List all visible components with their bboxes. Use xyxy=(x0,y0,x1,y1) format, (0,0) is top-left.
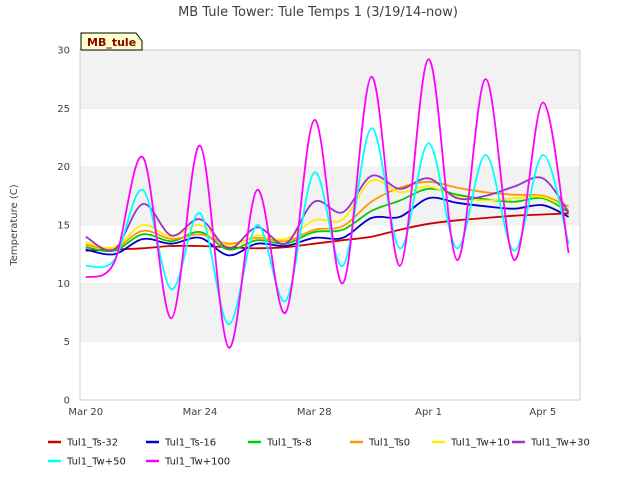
grid-band xyxy=(80,50,580,109)
x-tick-label: Mar 20 xyxy=(68,407,103,418)
legend-label: Tul1_Ts0 xyxy=(368,438,410,449)
legend-label: Tul1_Ts-32 xyxy=(66,438,118,449)
x-tick-label: Apr 5 xyxy=(529,407,556,418)
legend-label: Tul1_Ts-8 xyxy=(266,438,312,449)
legend-item: Tul1_Tw+10 xyxy=(432,438,510,449)
legend-label: Tul1_Ts-16 xyxy=(164,438,216,449)
legend-label: Tul1_Tw+10 xyxy=(450,438,510,449)
grid-band xyxy=(80,341,580,400)
station-tag: MB_tule xyxy=(80,32,143,51)
y-axis-label: Temperature (C) xyxy=(9,184,20,266)
legend-item: Tul1_Tw+100 xyxy=(146,457,230,468)
grid-band xyxy=(80,108,580,167)
y-axis-ticks: 0 5 10 15 20 25 30 xyxy=(57,46,70,407)
legend-label: Tul1_Tw+50 xyxy=(66,457,126,468)
x-axis-ticks: Mar 20 Mar 24 Mar 28 Apr 1 Apr 5 xyxy=(68,407,556,418)
legend-item: Tul1_Ts0 xyxy=(350,438,410,449)
y-tick-label: 0 xyxy=(64,396,70,407)
legend-item: Tul1_Ts-16 xyxy=(146,438,216,449)
chart: MB Tule Tower: Tule Temps 1 (3/19/14-now… xyxy=(9,5,590,468)
legend-item: Tul1_Tw+30 xyxy=(512,438,590,449)
x-tick-label: Apr 1 xyxy=(415,407,442,418)
legend-label: Tul1_Tw+100 xyxy=(164,457,230,468)
chart-title: MB Tule Tower: Tule Temps 1 (3/19/14-now… xyxy=(178,5,458,20)
y-tick-label: 15 xyxy=(57,221,70,232)
y-tick-label: 30 xyxy=(57,46,70,57)
legend-item: Tul1_Tw+50 xyxy=(48,457,126,468)
y-tick-label: 20 xyxy=(57,162,70,173)
legend-item: Tul1_Ts-8 xyxy=(248,438,312,449)
y-tick-label: 5 xyxy=(64,337,70,348)
y-tick-label: 10 xyxy=(57,279,70,290)
legend: Tul1_Ts-32 Tul1_Ts-16 Tul1_Ts-8 Tul1_Ts0 Tul… xyxy=(48,438,590,468)
x-tick-label: Mar 28 xyxy=(297,407,332,418)
grid-band xyxy=(80,283,580,342)
x-tick-label: Mar 24 xyxy=(183,407,218,418)
legend-label: Tul1_Tw+30 xyxy=(530,438,590,449)
station-tag-label: MB_tule xyxy=(87,36,136,49)
legend-item: Tul1_Ts-32 xyxy=(48,438,118,449)
y-tick-label: 25 xyxy=(57,104,70,115)
